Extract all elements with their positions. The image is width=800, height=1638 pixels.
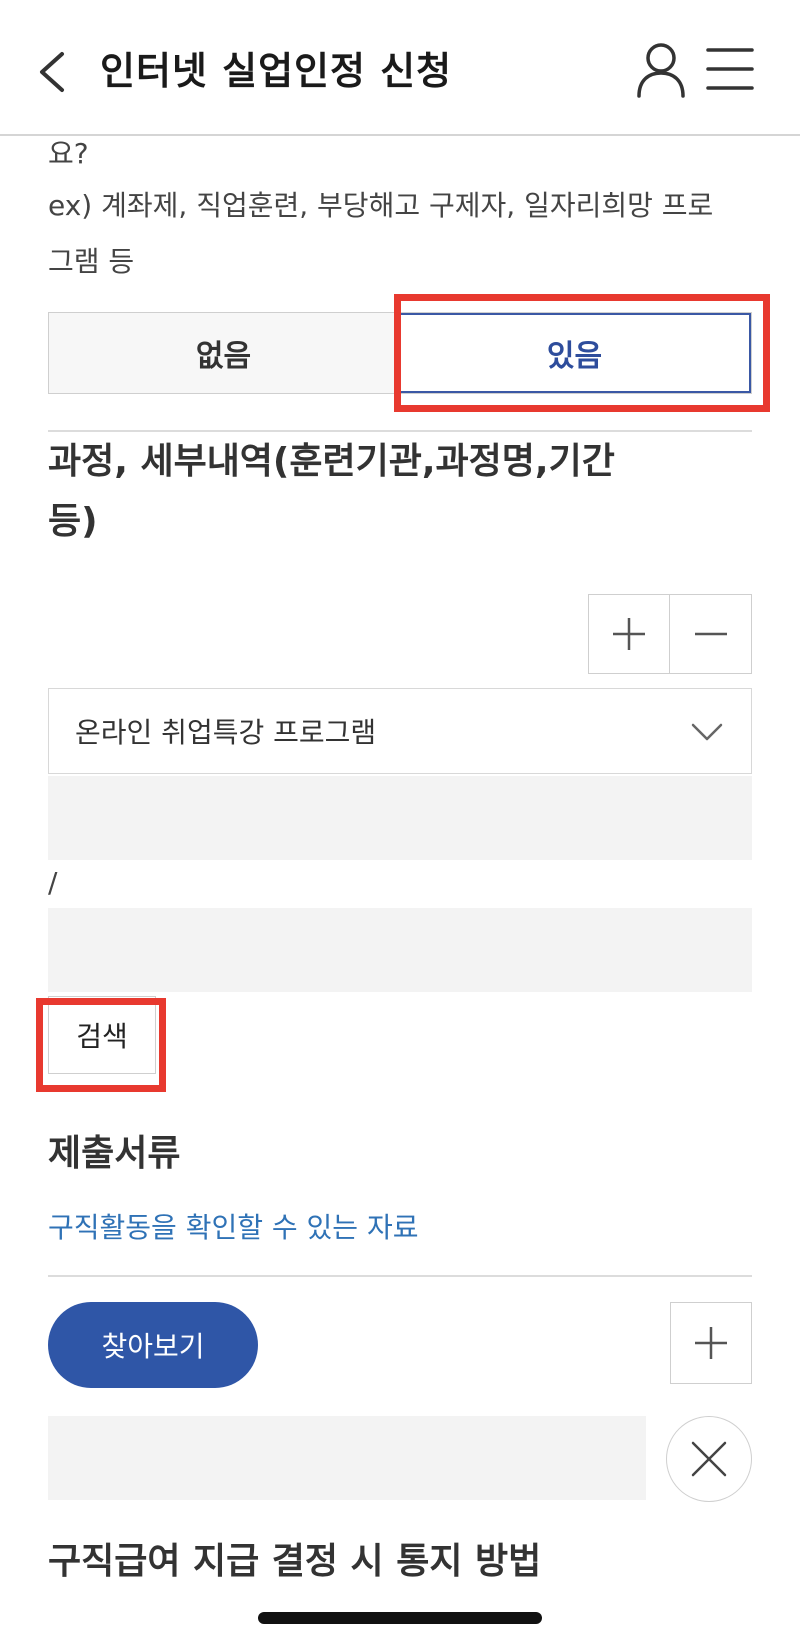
plus-icon: [613, 618, 645, 650]
highlight-box-search: [36, 998, 166, 1092]
course-section-title: 과정, 세부내역(훈련기관,과정명,기간 등): [48, 432, 748, 552]
course-select-value: 온라인 취업특강 프로그램: [75, 716, 377, 749]
course-title-line2: 등): [48, 501, 98, 542]
plus-icon: [695, 1327, 727, 1359]
chevron-left-icon: [40, 52, 64, 92]
user-button[interactable]: [634, 40, 688, 100]
file-name-field: [48, 1416, 646, 1500]
chevron-down-icon: [691, 723, 723, 741]
remove-row-button[interactable]: [670, 594, 752, 674]
course-period-input[interactable]: [48, 908, 752, 992]
course-detail-input[interactable]: [48, 776, 752, 860]
app-header: 인터넷 실업인정 신청: [0, 0, 800, 136]
browse-file-button[interactable]: 찾아보기: [48, 1302, 258, 1388]
minus-icon: [694, 632, 727, 636]
question-text-line1: 요?: [48, 137, 89, 170]
documents-section-title: 제출서류: [48, 1133, 181, 1174]
divider: [48, 1275, 752, 1277]
question-text-line3: 그램 등: [48, 245, 135, 278]
remove-file-button[interactable]: [666, 1416, 752, 1502]
page-title: 인터넷 실업인정 신청: [100, 49, 453, 93]
menu-button[interactable]: [704, 44, 756, 94]
add-row-button[interactable]: [588, 594, 670, 674]
hamburger-icon: [706, 48, 754, 90]
notify-section-title: 구직급여 지급 결정 시 통지 방법: [48, 1541, 542, 1582]
documents-subtitle: 구직활동을 확인할 수 있는 자료: [48, 1211, 419, 1244]
course-title-line1: 과정, 세부내역(훈련기관,과정명,기간: [48, 441, 615, 482]
close-icon: [691, 1441, 727, 1477]
highlight-box-yes: [394, 294, 770, 412]
question-text-line2: ex) 계좌제, 직업훈련, 부당해고 구제자, 일자리희망 프로: [48, 189, 714, 222]
period-separator: /: [48, 866, 58, 899]
course-select[interactable]: 온라인 취업특강 프로그램: [48, 688, 752, 774]
toggle-option-no[interactable]: 없음: [49, 313, 398, 393]
row-stepper: [588, 594, 752, 674]
user-icon: [637, 43, 685, 98]
add-file-button[interactable]: [670, 1302, 752, 1384]
home-indicator[interactable]: [258, 1612, 542, 1624]
back-button[interactable]: [30, 42, 74, 102]
